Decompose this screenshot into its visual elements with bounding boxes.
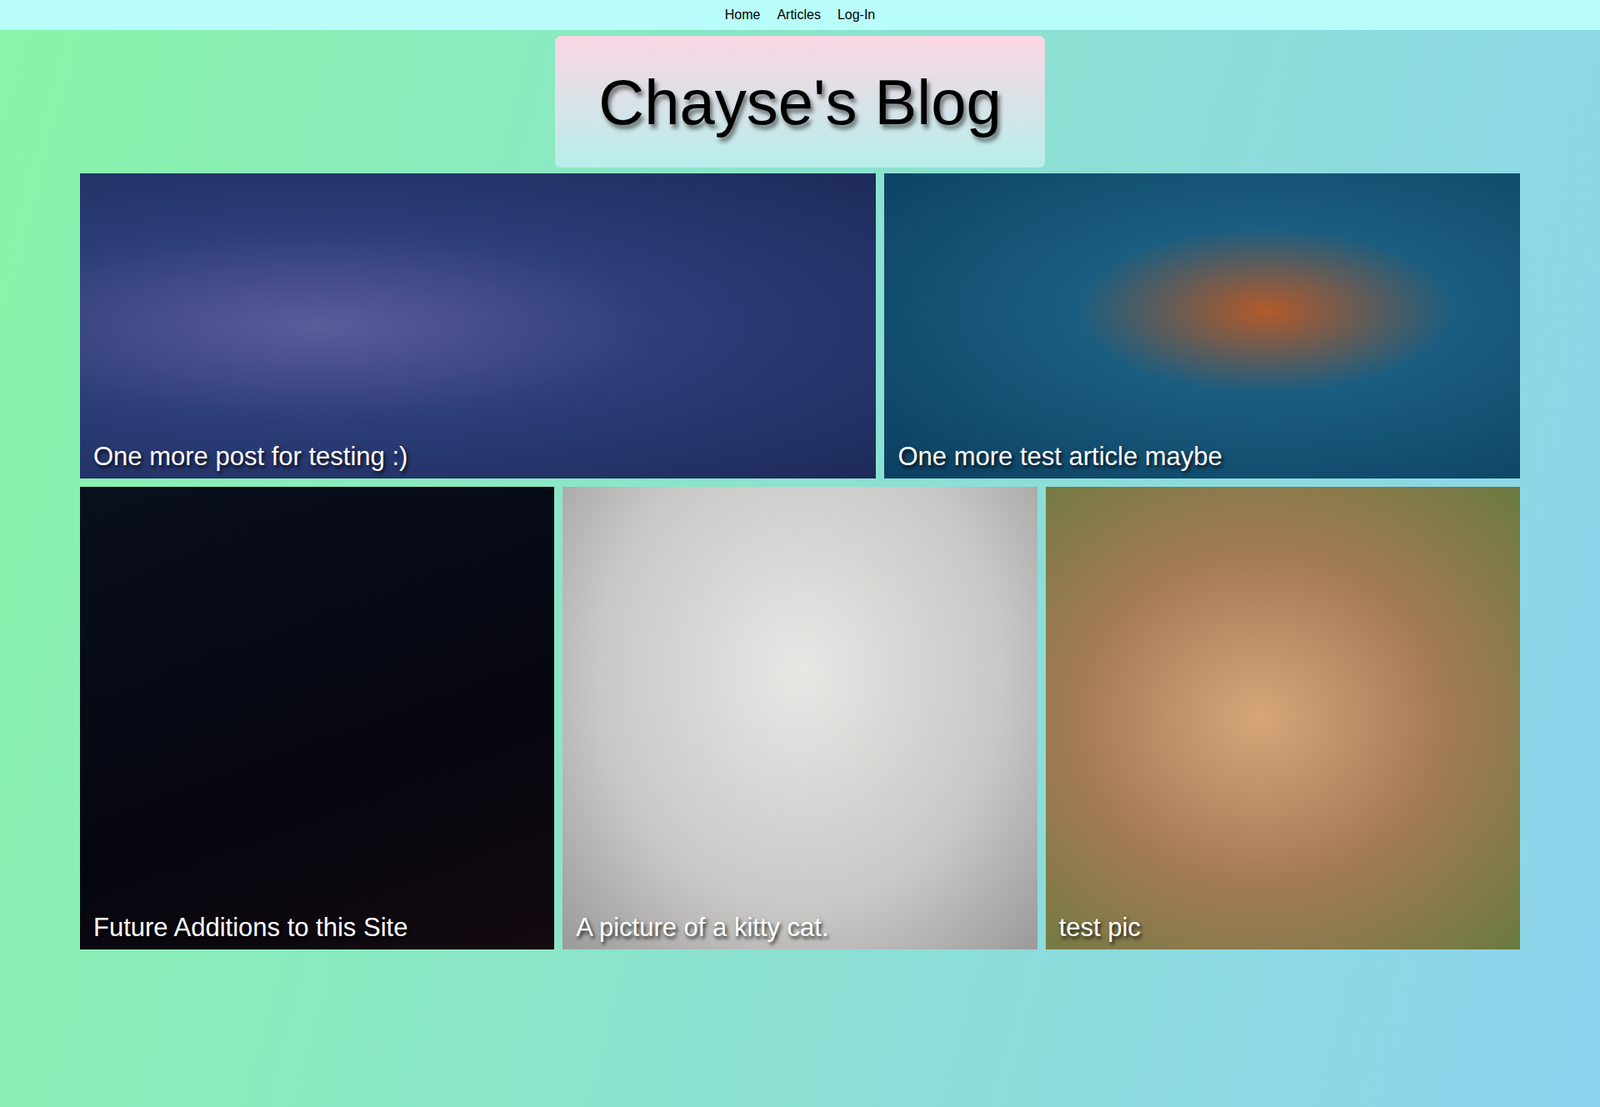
post-card[interactable]: Future Additions to this Site [80,486,555,950]
post-title: A picture of a kitty cat. [575,910,829,945]
post-grid: One more post for testing :) One more tes… [80,173,1520,950]
post-row: One more post for testing :) One more tes… [80,173,1520,479]
nav-bar: Home Articles Log-In [0,0,1600,30]
nav-link[interactable]: Log-In [837,7,875,23]
post-row: Future Additions to this Site A picture o… [80,486,1520,950]
post-card[interactable]: A picture of a kitty cat. [562,486,1037,950]
blog-title: Chayse's Blog [598,65,1001,139]
blog-header: Chayse's Blog [555,35,1045,168]
post-title: Future Additions to this Site [93,910,408,945]
post-title: One more test article maybe [897,440,1222,474]
post-title: test pic [1059,910,1141,945]
nav-link[interactable]: Articles [776,7,820,23]
nav-link[interactable]: Home [725,7,761,23]
page: Home Articles Log-In Chayse's Blog One more … [0,0,1600,1107]
post-card[interactable]: One more test article maybe [884,173,1520,479]
post-card[interactable]: One more post for testing :) [80,173,876,479]
post-card[interactable]: test pic [1045,486,1520,950]
post-title: One more post for testing :) [93,440,408,474]
